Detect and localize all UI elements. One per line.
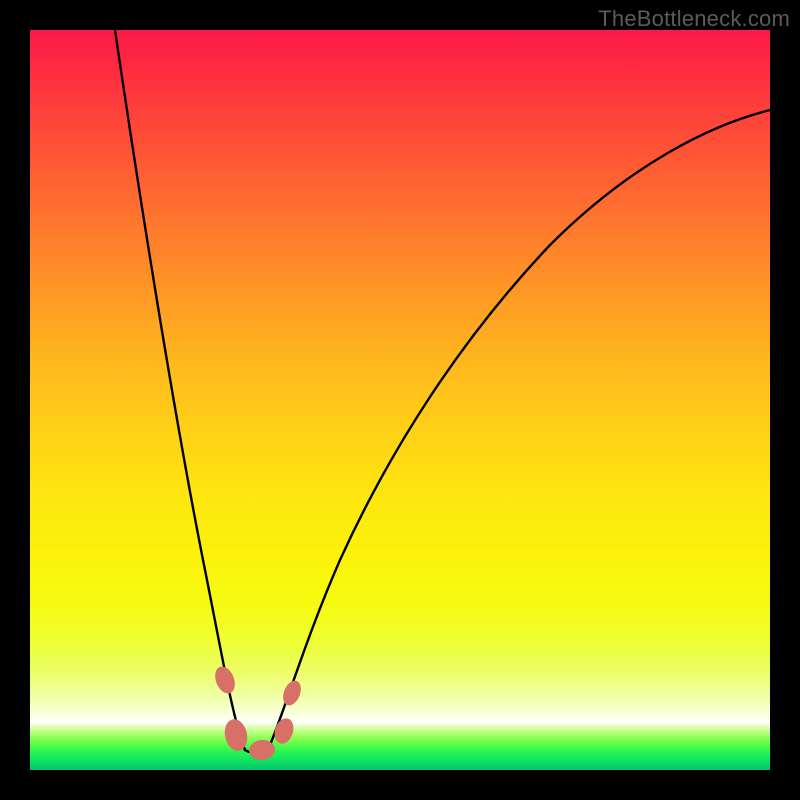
- curve-left-branch: [115, 30, 245, 750]
- chart-curve-layer: [30, 30, 770, 770]
- chart-frame: [30, 30, 770, 770]
- curve-right-branch: [268, 110, 770, 750]
- watermark-text: TheBottleneck.com: [598, 6, 790, 32]
